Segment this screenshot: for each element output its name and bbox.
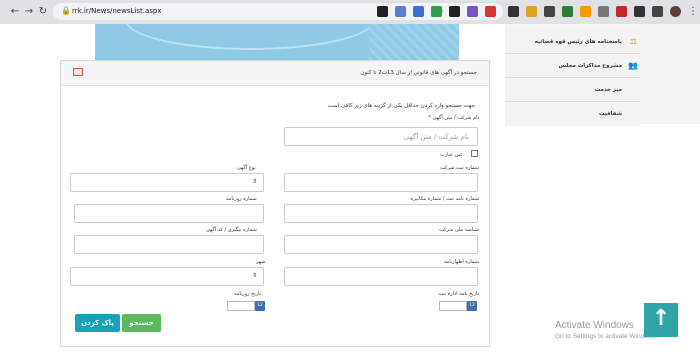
activation-watermark-title: Activate Windows — [555, 320, 634, 331]
letter-number-input[interactable] — [284, 204, 478, 223]
menu-item-label: شفافیت — [598, 111, 622, 117]
extension-2-icon[interactable] — [395, 6, 406, 17]
arrow-up-icon: ↑ — [651, 306, 671, 331]
menu-item-judiciary-answers[interactable]: پاسخنامه های رئیس قوه قضائیه ⚖ — [505, 30, 640, 54]
scroll-top-button[interactable]: ↑ — [644, 303, 678, 337]
extension-11-icon[interactable] — [562, 6, 573, 17]
browser-toolbar: ← → ↻ 🔒 rrk.ir/News/newsList.aspx G ⇪ ☆ … — [0, 0, 700, 24]
ad-type-select[interactable]: ⇕ — [70, 173, 264, 192]
search-button[interactable]: جستجو — [122, 314, 161, 332]
extension-14-icon[interactable] — [616, 6, 627, 17]
menu-icon[interactable]: ⋮ — [686, 5, 700, 19]
lock-icon: 🔒 — [61, 6, 71, 15]
newspaper-date-label: تاریخ روزنامه — [234, 291, 262, 297]
extension-9-icon[interactable] — [526, 6, 537, 17]
extension-7-icon[interactable] — [485, 6, 496, 17]
banner-pattern — [369, 24, 459, 60]
reg-number-input[interactable] — [284, 173, 478, 192]
company-name-input[interactable]: نام شرکت / متن آگهی — [284, 127, 478, 146]
header-banner — [95, 24, 459, 60]
panel-header: جستجو در آگهی های قانونی از سال 13ت2 تا … — [61, 61, 489, 86]
extension-5-icon[interactable] — [449, 6, 460, 17]
search-panel: جستجو در آگهی های قانونی از سال 13ت2 تا … — [60, 60, 490, 347]
city-label: شهر — [256, 259, 266, 265]
newspaper-number-input[interactable] — [74, 204, 264, 223]
national-id-input[interactable] — [284, 235, 478, 254]
back-icon[interactable]: ← — [8, 5, 22, 19]
reload-icon[interactable]: ↻ — [36, 5, 50, 19]
menu-item-label: میز خدمت — [594, 87, 622, 93]
users-icon: 👥 — [628, 61, 638, 70]
menu-item-parliament[interactable]: مشروح مذاکرات مجلس 👥 — [505, 54, 640, 78]
sidebar-icon[interactable] — [652, 6, 663, 17]
puzzle-icon[interactable] — [634, 6, 645, 17]
national-id-label: شناسه ملی شرکت — [438, 227, 479, 233]
reg-number-label: شماره ثبت شرکت — [440, 165, 479, 171]
forward-icon[interactable]: → — [22, 5, 36, 19]
exact-phrase-label: عین عبارت — [440, 152, 464, 158]
newspaper-date-input[interactable] — [227, 301, 255, 311]
clear-button[interactable]: پاک کردن — [75, 314, 120, 332]
activation-watermark-subtitle: Go to Settings to activate Windows. — [555, 333, 658, 340]
extension-3-icon[interactable] — [413, 6, 424, 17]
menu-item-transparency[interactable]: شفافیت — [505, 102, 640, 126]
declaration-label: شماره اظهارنامه — [443, 259, 479, 265]
avatar[interactable] — [670, 6, 681, 17]
extension-8-icon[interactable] — [508, 6, 519, 17]
newspaper-number-label: شماره روزنامه — [226, 196, 257, 202]
collapse-icon[interactable] — [73, 68, 83, 76]
extension-1-icon[interactable] — [377, 6, 388, 17]
banner-wave — [125, 24, 375, 50]
tracking-input[interactable] — [74, 235, 264, 254]
menu-item-label: پاسخنامه های رئیس قوه قضائیه — [534, 39, 622, 45]
search-hint: جهت جستجو وارد کردن حداقل یکی از گزینه ه… — [327, 103, 475, 109]
menu-item-label: مشروح مذاکرات مجلس — [558, 63, 622, 69]
registry-date-label: تاریخ نامه اداره ثبت — [438, 291, 479, 297]
ad-type-label: نوع آگهی — [237, 165, 256, 171]
tracking-label: شماره پیگیری / کد آگهی — [206, 227, 257, 233]
right-menu: پاسخنامه های رئیس قوه قضائیه ⚖ مشروح مذا… — [505, 24, 700, 126]
scales-icon: ⚖ — [629, 37, 637, 46]
url-text: rrk.ir/News/newsList.aspx — [72, 7, 162, 15]
chevron-updown-icon: ⇕ — [251, 272, 257, 279]
extension-4-icon[interactable] — [431, 6, 442, 17]
extension-13-icon[interactable] — [598, 6, 609, 17]
calendar-icon[interactable]: 12 — [467, 301, 477, 311]
exact-phrase-checkbox[interactable] — [471, 150, 478, 157]
extension-10-icon[interactable] — [544, 6, 555, 17]
panel-title: جستجو در آگهی های قانونی از سال 13ت2 تا … — [360, 70, 477, 76]
chevron-updown-icon: ⇕ — [251, 178, 257, 185]
city-select[interactable]: ⇕ — [70, 267, 264, 286]
extension-6-icon[interactable] — [467, 6, 478, 17]
letter-number-label: شماره نامه ثبت / شماره مکانیزه — [410, 196, 479, 202]
menu-item-service-desk[interactable]: میز خدمت — [505, 78, 640, 102]
company-name-label: * نام شرکت / متن آگهی — [428, 115, 479, 121]
calendar-icon[interactable]: 12 — [255, 301, 265, 311]
registry-date-input[interactable] — [439, 301, 467, 311]
extension-12-icon[interactable] — [580, 6, 591, 17]
declaration-input[interactable] — [284, 267, 478, 286]
